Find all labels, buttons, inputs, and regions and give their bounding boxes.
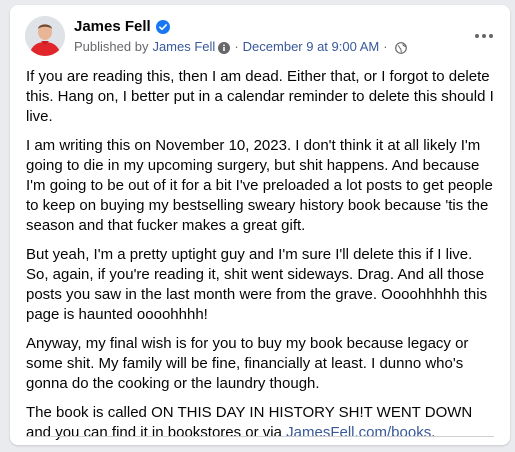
published-by-label: Published by [74,39,149,54]
globe-icon [394,41,407,54]
post-paragraph-end: . [431,424,436,441]
info-circle-icon[interactable] [218,41,231,54]
more-horizontal-icon [474,26,494,44]
author-name[interactable]: James Fell [74,17,151,37]
post-paragraph-last: The book is called ON THIS DAY IN HISTOR… [26,403,498,443]
verified-badge-icon [155,20,170,34]
post-body: If you are reading this, then I am dead.… [26,67,498,452]
separator-dot: · [234,39,239,54]
avatar-image [25,16,65,56]
avatar[interactable] [25,16,65,56]
publisher-link[interactable]: James Fell [152,38,215,56]
post-paragraph: But yeah, I'm a pretty uptight guy and I… [26,246,488,323]
divider [26,436,494,437]
book-link[interactable]: JamesFell.com/books [286,424,431,441]
post-header: James Fell Published by James Fell · Dec… [10,5,510,65]
post-paragraph: If you are reading this, then I am dead.… [26,68,494,125]
post-meta: Published by James Fell · December 9 at … [74,38,407,56]
post-paragraph: I am writing this on November 10, 2023. … [26,137,493,234]
post-card: James Fell Published by James Fell · Dec… [10,5,510,445]
more-options-button[interactable] [468,19,500,51]
author-row: James Fell [74,17,170,37]
separator-dot: · [383,39,388,54]
post-paragraph: Anyway, my final wish is for you to buy … [26,335,469,392]
post-date-link[interactable]: December 9 at 9:00 AM [243,38,380,56]
